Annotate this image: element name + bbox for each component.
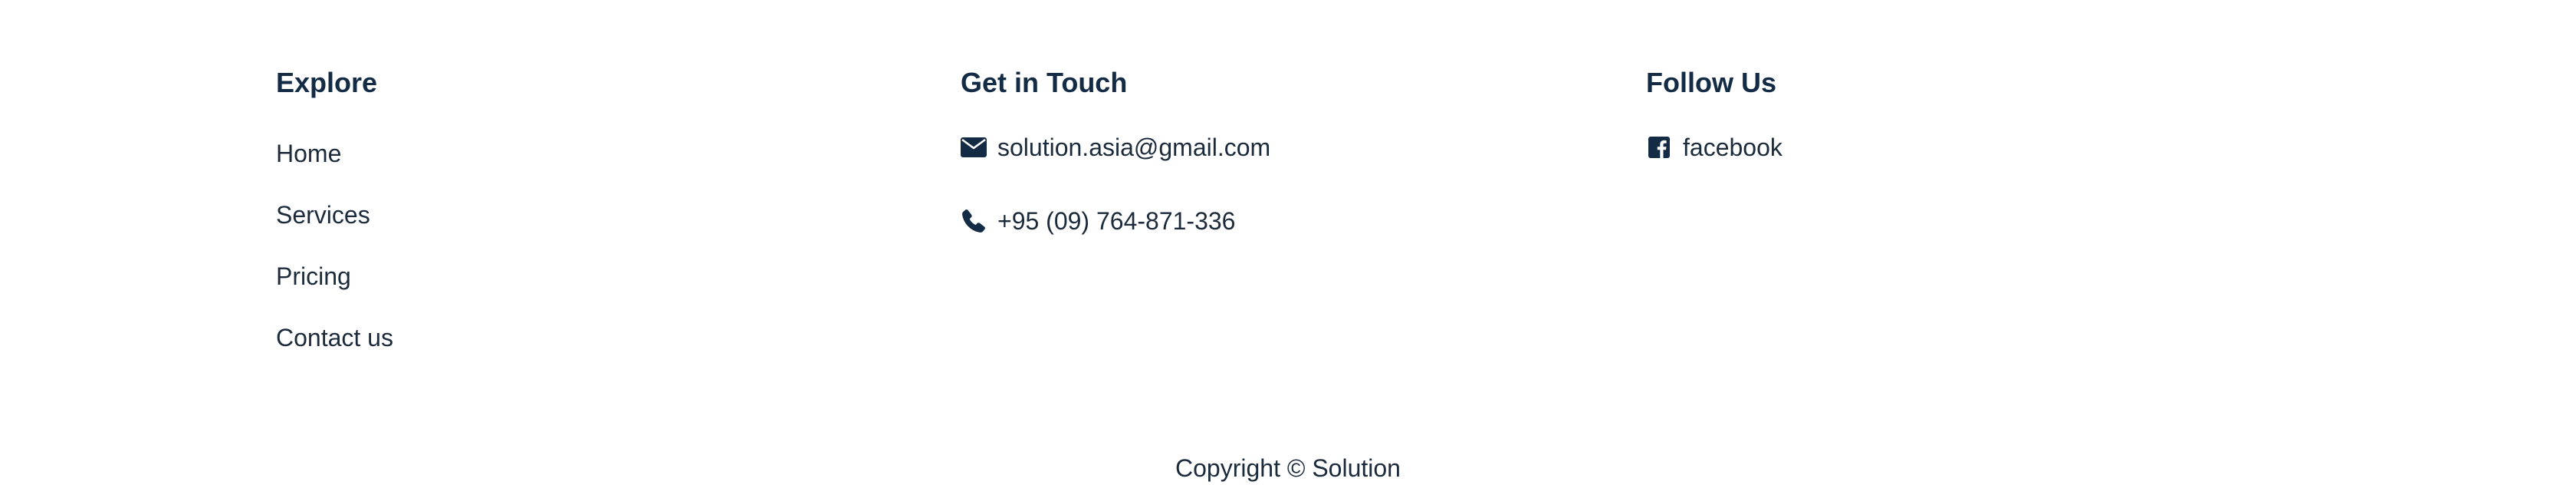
footer-link-services[interactable]: Services <box>276 200 393 230</box>
facebook-square-icon <box>1646 134 1672 160</box>
footer-link-pricing[interactable]: Pricing <box>276 261 393 292</box>
contact-column: Get in Touch solution.asia@gmail.com +95… <box>961 67 1270 235</box>
phone-link[interactable]: +95 (09) 764-871-336 <box>961 206 1235 236</box>
facebook-text: facebook <box>1683 134 1783 161</box>
email-text: solution.asia@gmail.com <box>997 134 1271 161</box>
site-footer: Explore Home Services Pricing Contact us… <box>0 0 2576 485</box>
explore-heading: Explore <box>276 67 378 98</box>
follow-column: Follow Us facebook <box>1646 67 1783 162</box>
footer-link-home[interactable]: Home <box>276 138 393 169</box>
facebook-link[interactable]: facebook <box>1646 132 1783 163</box>
footer-link-contact-us[interactable]: Contact us <box>276 322 393 353</box>
envelope-icon <box>961 134 987 160</box>
phone-text: +95 (09) 764-871-336 <box>997 207 1236 235</box>
phone-icon <box>961 208 987 234</box>
email-link[interactable]: solution.asia@gmail.com <box>961 132 1270 163</box>
copyright-text: Copyright © Solution <box>1175 454 1401 482</box>
follow-heading: Follow Us <box>1646 67 1776 98</box>
contact-heading: Get in Touch <box>961 67 1128 98</box>
explore-column: Explore Home Services Pricing Contact us <box>276 67 393 352</box>
explore-links: Home Services Pricing Contact us <box>276 138 393 384</box>
